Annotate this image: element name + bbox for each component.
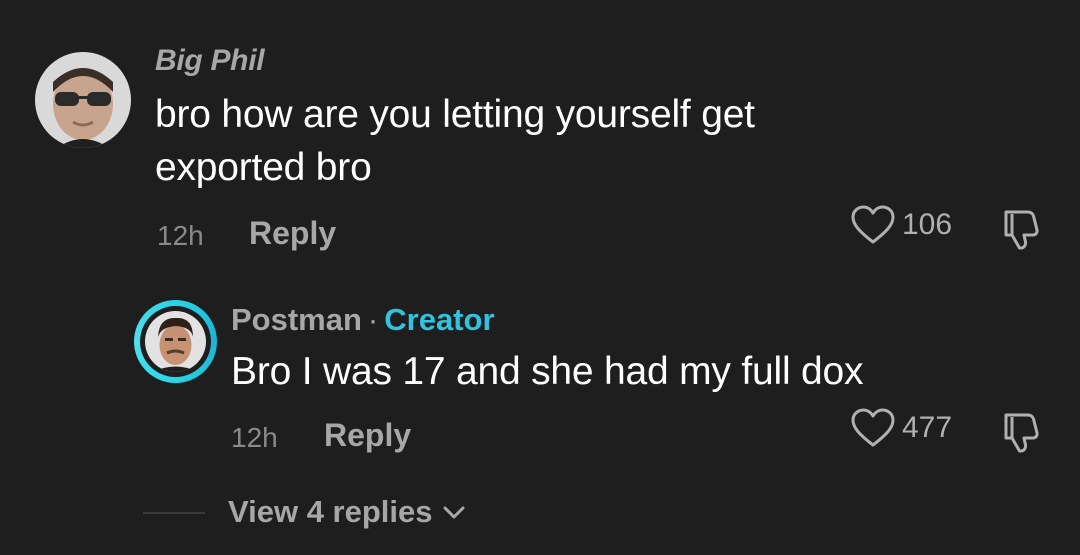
heart-icon [851, 408, 895, 447]
comment-text: bro how are you letting yourself get exp… [155, 88, 955, 194]
reply-timestamp: 12h [231, 422, 278, 453]
like-button[interactable]: 477 [850, 407, 952, 449]
replies-divider-line [143, 512, 205, 514]
like-count: 106 [902, 208, 953, 241]
comment-text-line: bro how are you letting yourself get [155, 93, 755, 136]
creator-badge: Creator [384, 302, 495, 337]
heart-icon [851, 205, 895, 244]
user-avatar-icon[interactable] [35, 52, 131, 148]
dislike-button[interactable] [1000, 409, 1044, 455]
view-replies-label: View 4 replies [228, 494, 433, 529]
comment-text-line: exported bro [155, 146, 372, 189]
thumbs-down-icon [1004, 210, 1039, 250]
like-button[interactable]: 106 [850, 204, 952, 246]
reply-username[interactable]: Postman [231, 302, 362, 337]
thumbs-down-icon [1004, 413, 1039, 453]
dislike-button[interactable] [1000, 206, 1044, 252]
comment-username[interactable]: Big Phil [155, 44, 265, 78]
comment-timestamp: 12h [157, 220, 204, 251]
view-replies-button[interactable]: View 4 replies [228, 494, 467, 530]
separator-dot: · [367, 302, 379, 337]
reply-button[interactable]: Reply [324, 417, 411, 454]
creator-avatar-icon[interactable] [145, 311, 206, 372]
like-count: 477 [902, 411, 953, 444]
comment-thread: Big Phil bro how are you letting yoursel… [0, 0, 1080, 555]
reply-text: Bro I was 17 and she had my full dox [231, 350, 864, 393]
chevron-down-icon [443, 506, 464, 519]
reply-header: Postman · Creator [231, 302, 495, 338]
reply-button[interactable]: Reply [249, 215, 336, 252]
